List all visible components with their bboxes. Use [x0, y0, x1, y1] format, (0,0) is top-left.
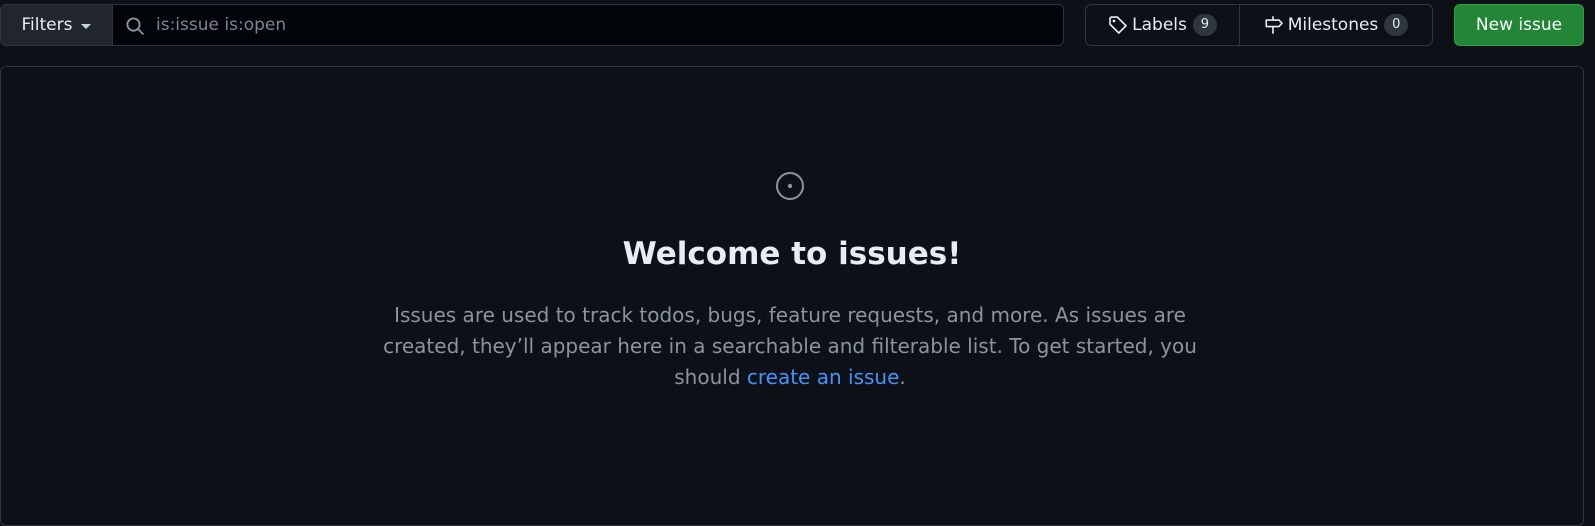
search-input[interactable]: [113, 5, 1063, 45]
milestones-label: Milestones: [1287, 15, 1379, 35]
empty-state-description: Issues are used to track todos, bugs, fe…: [350, 300, 1230, 393]
issues-empty-state: [0, 66, 1584, 526]
empty-state-title: Welcome to issues!: [622, 236, 962, 272]
filters-label: Filters: [21, 15, 73, 35]
milestones-count-badge: 0: [1384, 14, 1409, 36]
issue-opened-icon: [776, 172, 804, 200]
labels-link[interactable]: Labels 9: [1086, 5, 1240, 45]
milestone-icon: [1265, 16, 1283, 34]
filters-dropdown-button[interactable]: Filters: [1, 5, 113, 45]
create-issue-link[interactable]: create an issue: [747, 365, 900, 389]
issues-toolbar: Filters Labels 9 Milestone: [0, 4, 1595, 46]
chevron-down-icon: [81, 23, 92, 29]
milestones-link[interactable]: Milestones 0: [1240, 5, 1432, 45]
new-issue-button[interactable]: New issue: [1454, 4, 1584, 46]
search-icon: [126, 17, 144, 35]
search-field: [113, 5, 1063, 45]
empty-state-trailing: .: [899, 365, 906, 389]
labels-milestones-nav: Labels 9 Milestones 0: [1085, 4, 1433, 46]
filter-search-group: Filters: [0, 4, 1064, 46]
labels-label: Labels: [1132, 15, 1187, 35]
labels-count-badge: 9: [1192, 14, 1217, 36]
tag-icon: [1109, 16, 1127, 34]
